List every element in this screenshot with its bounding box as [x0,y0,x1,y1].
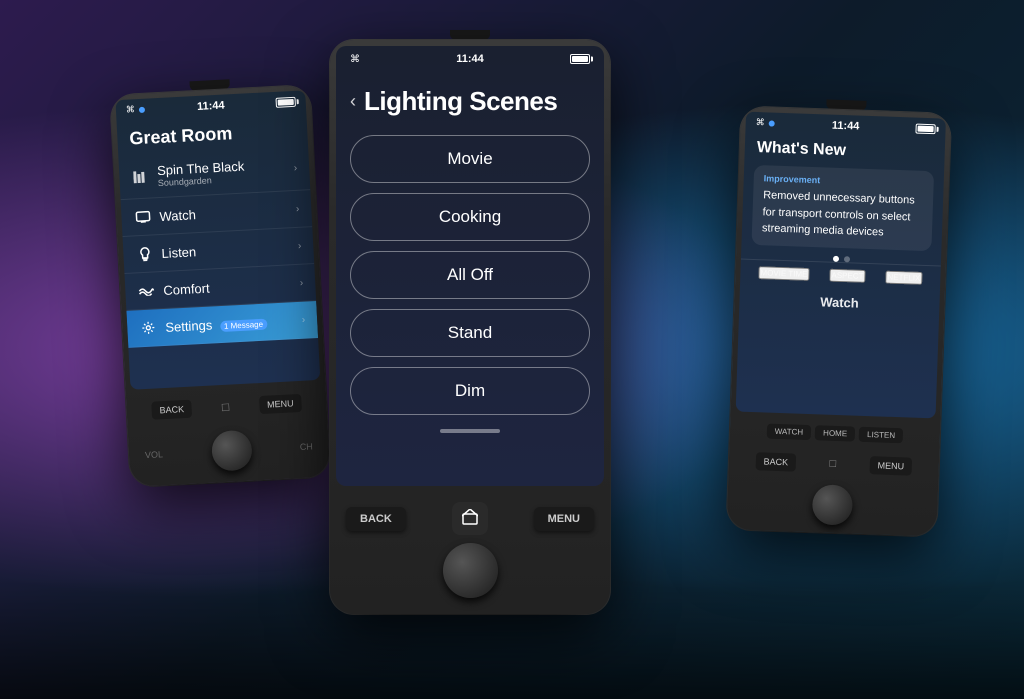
lighting-header: ‹ Lighting Scenes [336,72,604,129]
vol-label: VOL [145,449,164,460]
right-status-left: ⌘ [756,117,775,129]
wifi-icon-center: ⌘ [350,54,360,65]
chevron-icon-watch: › [296,203,300,214]
menu-item-watch-label: Watch [159,201,296,223]
settings-badge: 1 Message [220,318,268,331]
back-button-right[interactable]: BACK [755,452,796,471]
left-remote: ⌘ 11:44 Great Room Spin The Black Soundg… [110,75,331,487]
center-status-time: 11:44 [456,53,484,65]
menu-item-listen-label: Listen [161,238,298,260]
watch-text: Watch [820,294,859,310]
battery-icon [275,96,295,107]
left-status-right [275,96,295,107]
center-status-left: ⌘ [350,54,360,65]
right-status-time: 11:44 [832,119,860,132]
battery-icon-center [570,54,590,64]
scene-btn-stand[interactable]: Stand [350,309,590,357]
news-text: Removed unnecessary buttons for transpor… [762,187,924,242]
wifi-icon: ⌘ [126,104,136,115]
tv-icon [133,208,152,227]
menu-button-center[interactable]: MENU [534,507,594,531]
shortcut-aspect[interactable]: ASPECT [829,268,865,282]
dot-2 [843,256,849,262]
center-remote: ⌘ 11:44 ‹ Lighting Scenes Movie Cooking … [330,30,610,614]
center-dial[interactable] [443,543,498,598]
menu-button-right[interactable]: MENU [869,456,912,475]
tv-button-right[interactable]: □ [829,458,836,470]
back-chevron-icon[interactable]: ‹ [350,91,356,112]
center-remote-screen: ⌘ 11:44 ‹ Lighting Scenes Movie Cooking … [336,46,604,486]
left-status-time: 11:44 [197,99,225,112]
center-remote-body: ⌘ 11:44 ‹ Lighting Scenes Movie Cooking … [330,40,610,614]
blue-dot [139,106,145,112]
wave-icon [137,281,156,300]
blue-dot-right [769,120,775,126]
home-button-right[interactable]: HOME [815,425,855,441]
chevron-icon-listen: › [298,240,302,251]
center-status-right [570,54,590,64]
bars-icon [131,167,150,186]
center-remote-notch [450,30,490,40]
menu-item-comfort-label: Comfort [163,275,300,297]
battery-icon-right [915,123,935,134]
news-card: Improvement Removed unnecessary buttons … [751,165,934,251]
menu-button-left[interactable]: MENU [259,394,302,414]
news-tag: Improvement [764,173,924,189]
settings-icon [139,318,158,337]
scene-btn-alloff[interactable]: All Off [350,251,590,299]
right-dial[interactable] [812,484,853,525]
back-button-left[interactable]: BACK [151,400,192,420]
dot-1 [832,255,838,261]
shortcut-movie-time[interactable]: MOVIE TIME [758,266,809,281]
shortcut-netflix[interactable]: NETFLIX [885,270,922,284]
home-indicator [440,429,500,433]
wifi-icon-right: ⌘ [756,117,765,128]
listen-button-right[interactable]: LISTEN [859,427,904,444]
home-button-center[interactable] [452,502,488,535]
left-remote-screen: ⌘ 11:44 Great Room Spin The Black Soundg… [115,90,320,390]
chevron-icon: › [294,163,298,174]
tv-button-left[interactable]: □ [222,400,230,414]
right-status-right [915,123,935,134]
right-remote: ⌘ 11:44 What's New Improvement Removed u… [727,96,952,536]
left-remote-body: ⌘ 11:44 Great Room Spin The Black Soundg… [110,85,330,487]
watch-button-right[interactable]: WATCH [766,424,811,441]
center-status-bar: ⌘ 11:44 [336,46,604,72]
scene-btn-dim[interactable]: Dim [350,367,590,415]
scene-btn-movie[interactable]: Movie [350,135,590,183]
scene-buttons-list: Movie Cooking All Off Stand Dim [336,129,604,421]
scene-btn-cooking[interactable]: Cooking [350,193,590,241]
chevron-icon-settings: › [302,314,306,325]
menu-item-settings-label: Settings [165,317,213,334]
right-remote-body: ⌘ 11:44 What's New Improvement Removed u… [727,106,952,536]
back-button-center[interactable]: BACK [346,507,406,531]
lighting-title: Lighting Scenes [364,86,557,117]
right-remote-main-buttons: BACK □ MENU [728,443,939,484]
right-remote-screen: ⌘ 11:44 What's New Improvement Removed u… [736,112,946,419]
chevron-icon-comfort: › [300,277,304,288]
ch-label: CH [300,441,314,452]
left-status-left: ⌘ [126,104,146,116]
center-remote-buttons: BACK MENU [346,502,594,535]
bulb-icon [135,244,154,263]
left-dial[interactable] [210,430,252,472]
center-remote-bottom: BACK MENU [330,492,610,614]
